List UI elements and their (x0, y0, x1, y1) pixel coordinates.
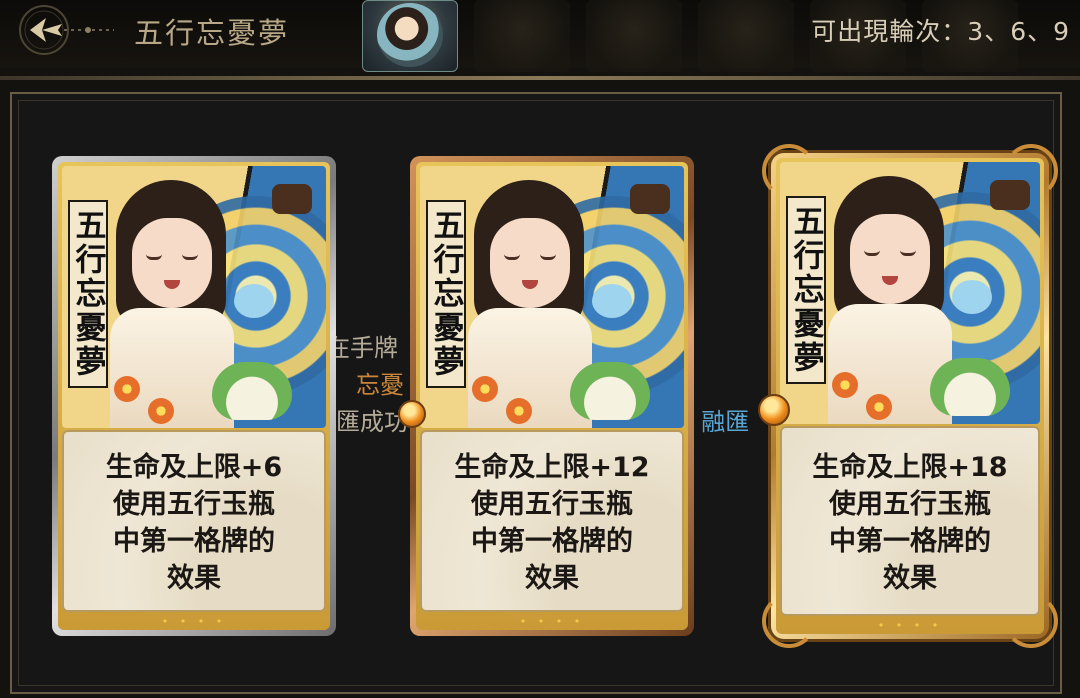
rounds-label: 可出現輪次：3、6、9 (811, 17, 1070, 46)
ox-figure (272, 184, 312, 214)
tab-current[interactable] (362, 0, 458, 72)
tab-item[interactable] (474, 0, 570, 72)
back-button[interactable] (4, 2, 120, 60)
header-divider (0, 76, 1080, 80)
card-effect-line: 中第一格牌的 (471, 526, 633, 557)
card-tier-2[interactable]: 五行忘憂夢 生命及上限+12 使用五行玉瓶 中第一格牌的 效果 • • • • (398, 156, 694, 636)
frame-ornament (1004, 594, 1058, 648)
frame-ornament (762, 594, 816, 648)
card-face: 五行忘憂夢 生命及上限+12 使用五行玉瓶 中第一格牌的 效果 • • • • (416, 162, 688, 630)
gem-icon (398, 400, 426, 428)
leaf-creature (930, 358, 1010, 416)
card-tier-3[interactable]: 五行忘憂夢 生命及上限+18 使用五行玉瓶 中第一格牌的 效果 • • • • (758, 144, 1058, 648)
leaf-creature (570, 362, 650, 420)
keyword-link[interactable]: 融匯 (701, 408, 749, 436)
tab-item[interactable] (586, 0, 682, 72)
card-effect-line: 使用五行玉瓶 (113, 489, 275, 520)
leaf-creature (212, 362, 292, 420)
highlight-term: 忘憂 (356, 371, 404, 399)
card-level-dots: • • • • (161, 615, 227, 628)
card-effect-line: 效果 (883, 563, 937, 594)
card-face: 五行忘憂夢 生命及上限+18 使用五行玉瓶 中第一格牌的 效果 • • • • (776, 158, 1044, 634)
top-bar: 五行忘憂夢 可出現輪次：3、6、9 (0, 0, 1080, 72)
water-sprite (952, 280, 992, 314)
gem-icon (758, 394, 790, 426)
page-title: 五行忘憂夢 (134, 16, 290, 50)
card-name: 五行忘憂夢 (69, 209, 106, 379)
card-effect-box: 生命及上限+6 使用五行玉瓶 中第一格牌的 效果 (62, 430, 326, 612)
card-name: 五行忘憂夢 (427, 209, 464, 379)
water-sprite (234, 284, 274, 318)
card-name: 五行忘憂夢 (787, 205, 824, 375)
card-effect-line: 中第一格牌的 (829, 526, 991, 557)
arrow-left-icon (19, 5, 114, 55)
card-effect-line: 使用五行玉瓶 (829, 489, 991, 520)
card-effect-line: 中第一格牌的 (113, 526, 275, 557)
card-effect-line: 生命及上限+12 (454, 452, 650, 483)
card-name-plate: 五行忘憂夢 (68, 200, 108, 388)
card-effect-line: 生命及上限+6 (105, 452, 283, 483)
frame-ornament (1004, 144, 1058, 198)
card-effect-line: 生命及上限+18 (812, 452, 1008, 483)
card-tier-1[interactable]: 五行忘憂夢 生命及上限+6 使用五行玉瓶 中第一格牌的 效果 • • • • (52, 156, 336, 636)
card-face: 五行忘憂夢 生命及上限+6 使用五行玉瓶 中第一格牌的 效果 • • • • (58, 162, 330, 630)
card-effect-box: 生命及上限+18 使用五行玉瓶 中第一格牌的 效果 (780, 426, 1040, 616)
card-name-plate: 五行忘憂夢 (426, 200, 466, 388)
description-text: 在手牌 (326, 334, 398, 362)
tab-item[interactable] (698, 0, 794, 72)
card-effect-line: 效果 (525, 563, 579, 594)
card-name-plate: 五行忘憂夢 (786, 196, 826, 384)
card-effect-box: 生命及上限+12 使用五行玉瓶 中第一格牌的 效果 (420, 430, 684, 612)
ox-figure (630, 184, 670, 214)
character-portrait (377, 3, 443, 67)
frame-ornament (762, 144, 816, 198)
card-effect-line: 使用五行玉瓶 (471, 489, 633, 520)
card-effect-line: 效果 (167, 563, 221, 594)
water-sprite (592, 284, 632, 318)
card-level-dots: • • • • (519, 615, 585, 628)
